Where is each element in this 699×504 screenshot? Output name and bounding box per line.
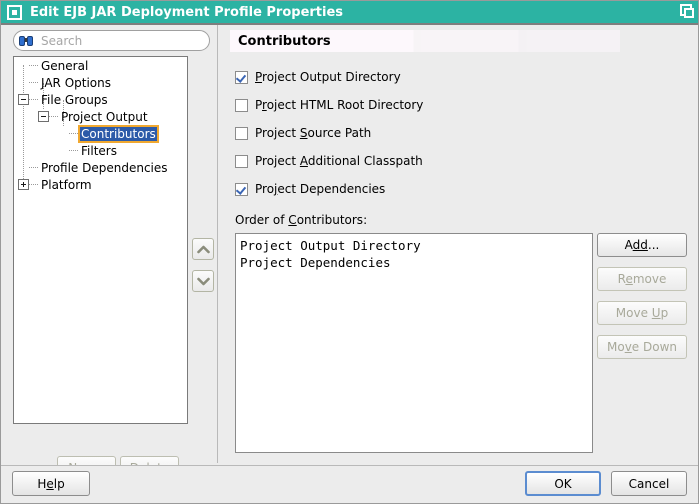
- list-item[interactable]: Project Output Directory: [240, 237, 588, 254]
- remove-button[interactable]: Remove: [597, 267, 687, 291]
- tree-item-label: JAR Options: [39, 76, 113, 90]
- checkbox-box[interactable]: [235, 127, 248, 140]
- tree-item-general[interactable]: General: [14, 57, 187, 74]
- checkbox-box[interactable]: [235, 155, 248, 168]
- tree-item-label: Contributors: [79, 126, 158, 142]
- tree-item-platform[interactable]: Platform: [14, 176, 187, 193]
- tree-collapse-toggle-icon[interactable]: [38, 111, 49, 122]
- tree-item-profile-dependencies[interactable]: Profile Dependencies: [14, 159, 187, 176]
- tree-item-label: Platform: [39, 178, 94, 192]
- chevron-down-icon[interactable]: [192, 270, 214, 292]
- tree-item-label: General: [39, 59, 90, 73]
- tree-spacer: [58, 128, 69, 139]
- tree-connector: [49, 116, 58, 118]
- tree-item-contributors[interactable]: Contributors: [14, 125, 187, 142]
- move-down-button[interactable]: Move Down: [597, 335, 687, 359]
- cancel-button-label: Cancel: [629, 477, 670, 491]
- contributors-list[interactable]: Project Output Directory Project Depende…: [235, 233, 593, 453]
- checkbox-project-output-directory[interactable]: Project Output Directory: [235, 69, 401, 85]
- tree-spacer: [58, 145, 69, 156]
- tree-connector: [29, 99, 38, 101]
- tree-spacer: [18, 77, 29, 88]
- checkbox-label: Project Source Path: [255, 126, 371, 140]
- tree-connector: [69, 150, 78, 152]
- ok-button[interactable]: OK: [525, 471, 601, 496]
- tree-connector: [29, 184, 38, 186]
- dialog-window: Edit EJB JAR Deployment Profile Properti…: [0, 0, 699, 504]
- move-up-button[interactable]: Move Up: [597, 301, 687, 325]
- pane-splitter[interactable]: [217, 25, 218, 463]
- tree-connector: [69, 133, 78, 135]
- window-dot-icon: [7, 5, 22, 20]
- checkbox-box[interactable]: [235, 99, 248, 112]
- page-title: Contributors: [238, 34, 331, 49]
- tree-item-label: Profile Dependencies: [39, 161, 170, 175]
- tree-collapse-toggle-icon[interactable]: [18, 94, 29, 105]
- detail-pane: Contributors Project Output Directory Pr…: [225, 25, 695, 463]
- settings-tree[interactable]: General JAR Options File Groups Project …: [13, 56, 188, 424]
- ok-button-label: OK: [554, 477, 571, 491]
- tree-connector: [29, 82, 38, 84]
- checkbox-label: Project HTML Root Directory: [255, 98, 423, 112]
- window-title: Edit EJB JAR Deployment Profile Properti…: [30, 5, 343, 20]
- tree-item-filters[interactable]: Filters: [14, 142, 187, 159]
- tree-spacer: [18, 162, 29, 173]
- tree-item-label: Filters: [79, 144, 119, 158]
- checkbox-label: Project Output Directory: [255, 70, 401, 84]
- checkbox-box[interactable]: [235, 71, 248, 84]
- tree-item-file-groups[interactable]: File Groups: [14, 91, 187, 108]
- search-box[interactable]: [13, 30, 210, 51]
- title-bar-spacer: [343, 1, 676, 23]
- order-of-contributors-label: Order of Contributors:: [235, 213, 367, 227]
- checkbox-project-source-path[interactable]: Project Source Path: [235, 125, 371, 141]
- tree-connector: [29, 65, 38, 67]
- tree-item-label: File Groups: [39, 93, 110, 107]
- title-bar: Edit EJB JAR Deployment Profile Properti…: [1, 1, 699, 23]
- navigation-pane: General JAR Options File Groups Project …: [6, 25, 214, 463]
- chevron-up-icon[interactable]: [192, 238, 214, 260]
- checkbox-label: Project Additional Classpath: [255, 154, 423, 168]
- checkbox-box[interactable]: [235, 183, 248, 196]
- binoculars-icon: [19, 35, 35, 47]
- tree-item-label: Project Output: [59, 110, 150, 124]
- dialog-footer: Help OK Cancel: [1, 466, 699, 504]
- tree-expand-toggle-icon[interactable]: [18, 179, 29, 190]
- maximize-icon[interactable]: [676, 1, 698, 23]
- search-input[interactable]: [41, 34, 201, 48]
- add-button[interactable]: Add...: [597, 233, 687, 257]
- tree-item-project-output[interactable]: Project Output: [14, 108, 187, 125]
- cancel-button[interactable]: Cancel: [611, 471, 687, 496]
- checkbox-project-dependencies[interactable]: Project Dependencies: [235, 181, 385, 197]
- help-button[interactable]: Help: [12, 471, 90, 496]
- list-item[interactable]: Project Dependencies: [240, 254, 588, 271]
- checkbox-project-html-root-directory[interactable]: Project HTML Root Directory: [235, 97, 423, 113]
- tree-spacer: [18, 60, 29, 71]
- tree-item-jar-options[interactable]: JAR Options: [14, 74, 187, 91]
- panel-header: Contributors: [230, 30, 620, 52]
- checkbox-label: Project Dependencies: [255, 182, 385, 196]
- checkbox-project-additional-classpath[interactable]: Project Additional Classpath: [235, 153, 423, 169]
- tree-connector: [29, 167, 38, 169]
- dialog-content: General JAR Options File Groups Project …: [1, 25, 699, 465]
